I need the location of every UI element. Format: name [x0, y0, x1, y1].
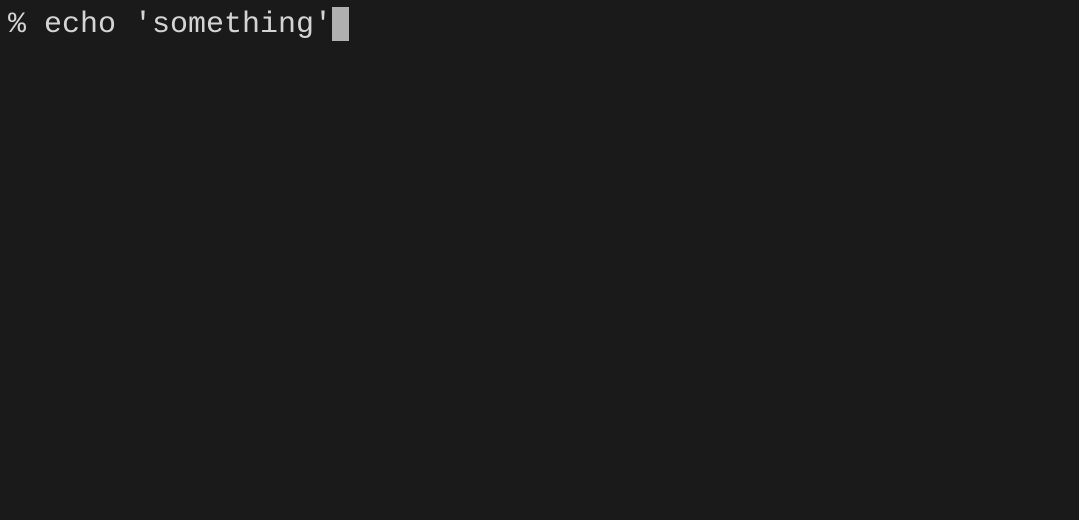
terminal-line[interactable]: % echo 'something' — [8, 6, 1071, 45]
cursor-block — [332, 7, 349, 41]
command-input[interactable]: echo 'something' — [44, 6, 332, 45]
shell-prompt: % — [8, 6, 44, 45]
